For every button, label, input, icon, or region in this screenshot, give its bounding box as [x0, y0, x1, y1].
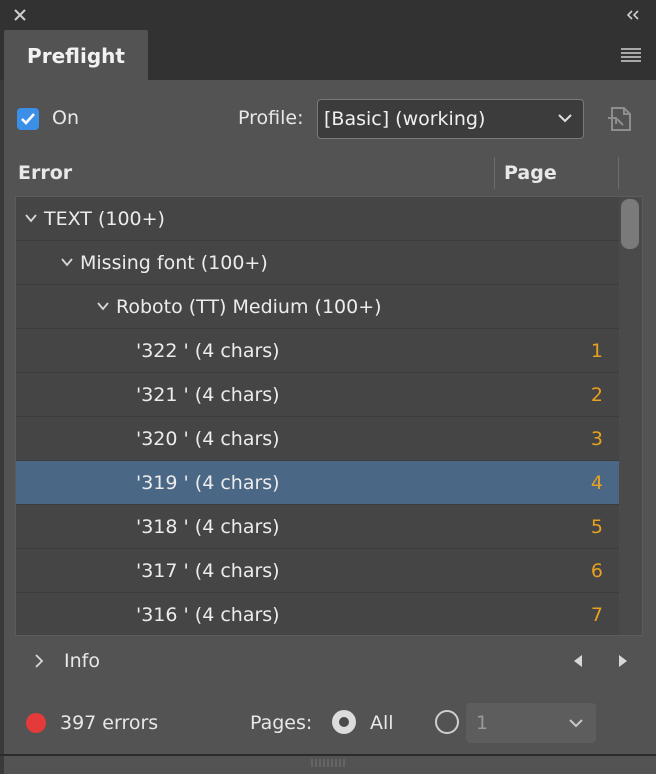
chevron-down-icon — [558, 114, 572, 123]
tab-preflight[interactable]: Preflight — [4, 30, 148, 82]
row-label: '317 ' (4 chars) — [136, 560, 280, 582]
column-divider — [494, 157, 495, 189]
profile-dropdown[interactable]: [Basic] (working) — [317, 99, 584, 139]
page-link[interactable]: 4 — [591, 472, 603, 494]
table-row[interactable]: '319 ' (4 chars) 4 — [16, 461, 619, 505]
row-label: '321 ' (4 chars) — [136, 384, 280, 406]
tree-group-row[interactable]: Roboto (TT) Medium (100+) — [16, 285, 619, 329]
tab-bar: Preflight — [0, 30, 656, 82]
profile-value: [Basic] (working) — [324, 108, 486, 130]
on-checkbox[interactable] — [17, 108, 39, 130]
column-header-page[interactable]: Page — [504, 162, 557, 184]
page-link[interactable]: 1 — [591, 340, 603, 362]
error-status-dot — [26, 713, 46, 733]
table-row[interactable]: '316 ' (4 chars) 7 — [16, 593, 619, 635]
row-label: '320 ' (4 chars) — [136, 428, 280, 450]
table-row[interactable]: '322 ' (4 chars) 1 — [16, 329, 619, 373]
radio-selected-dot — [339, 717, 349, 727]
row-label: TEXT (100+) — [44, 208, 165, 230]
row-label: Roboto (TT) Medium (100+) — [116, 296, 382, 318]
tab-label: Preflight — [27, 44, 125, 68]
page-link[interactable]: 7 — [591, 604, 603, 626]
row-label: '319 ' (4 chars) — [136, 472, 280, 494]
scrollbar-track[interactable] — [619, 197, 642, 635]
chevron-down-icon[interactable] — [60, 256, 74, 268]
define-profiles-icon[interactable] — [603, 102, 637, 136]
tree-group-row[interactable]: Missing font (100+) — [16, 241, 619, 285]
row-label: '316 ' (4 chars) — [136, 604, 280, 626]
pages-all-radio[interactable] — [332, 710, 356, 734]
panel-menu-icon[interactable] — [620, 47, 642, 63]
page-link[interactable]: 3 — [591, 428, 603, 450]
table-row[interactable]: '321 ' (4 chars) 2 — [16, 373, 619, 417]
info-section-toggle[interactable]: Info — [64, 650, 100, 672]
panel-bottom-edge — [0, 754, 656, 756]
collapse-panel-icon[interactable] — [624, 6, 642, 24]
error-count: 397 errors — [60, 712, 159, 734]
profile-label: Profile: — [238, 107, 304, 129]
page-link[interactable]: 6 — [591, 560, 603, 582]
resize-grip-icon[interactable] — [310, 757, 348, 769]
pages-label: Pages: — [250, 712, 313, 734]
row-label: '322 ' (4 chars) — [136, 340, 280, 362]
on-label: On — [52, 107, 79, 129]
error-list: TEXT (100+) Missing font (100+) Roboto (TT… — [15, 196, 643, 636]
page-range-value: 1 — [476, 712, 489, 734]
scrollbar-thumb[interactable] — [621, 199, 639, 249]
row-label: '318 ' (4 chars) — [136, 516, 280, 538]
chevron-right-icon[interactable] — [33, 653, 45, 669]
pages-range-radio[interactable] — [435, 710, 459, 734]
page-range-dropdown[interactable]: 1 — [466, 703, 596, 743]
page-link[interactable]: 5 — [591, 516, 603, 538]
checkmark-icon — [21, 113, 35, 125]
tree-group-row[interactable]: TEXT (100+) — [16, 197, 619, 241]
chevron-down-icon[interactable] — [96, 300, 110, 312]
row-label: Missing font (100+) — [80, 252, 268, 274]
previous-error-icon[interactable] — [572, 653, 584, 669]
pages-all-label: All — [370, 712, 394, 734]
page-link[interactable]: 2 — [591, 384, 603, 406]
table-row[interactable]: '320 ' (4 chars) 3 — [16, 417, 619, 461]
column-header-error[interactable]: Error — [18, 162, 72, 184]
close-icon[interactable] — [11, 6, 29, 24]
chevron-down-icon — [569, 719, 583, 728]
panel-title-bar — [0, 0, 656, 30]
column-divider — [618, 157, 619, 189]
table-row[interactable]: '318 ' (4 chars) 5 — [16, 505, 619, 549]
next-error-icon[interactable] — [617, 653, 629, 669]
chevron-down-icon[interactable] — [24, 212, 38, 224]
table-row[interactable]: '317 ' (4 chars) 6 — [16, 549, 619, 593]
